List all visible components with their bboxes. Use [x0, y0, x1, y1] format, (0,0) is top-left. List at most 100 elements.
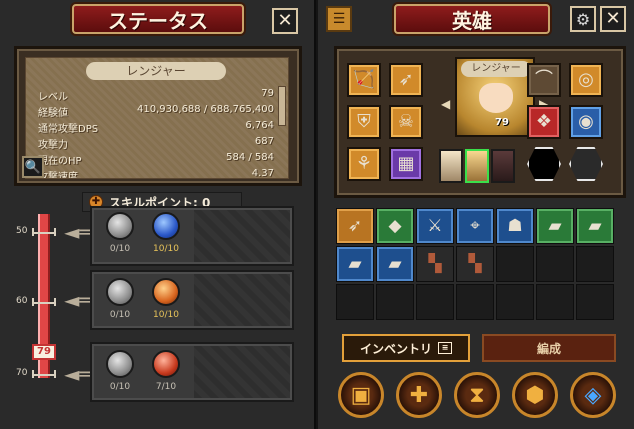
skill-count: 7/10 [155, 382, 177, 392]
ore-item-icon[interactable]: ▰ [576, 208, 614, 244]
skill-count: 0/10 [109, 382, 131, 392]
empty-inventory-slot[interactable] [536, 284, 574, 320]
stat-value: 79 [261, 88, 274, 99]
skill-tier-70: 0/10 7/10 [90, 342, 294, 402]
skill-slot[interactable]: 10/10 [146, 210, 186, 264]
tab-formation-label: 編成 [536, 341, 561, 356]
stat-value: 410,930,688 / 688,765,400 [137, 104, 274, 115]
skill-slot[interactable]: 0/10 [100, 276, 140, 330]
armor-slot-icon[interactable]: ⛨ [347, 105, 381, 139]
stat-attack-speed: 攻撃速度 4.37 [30, 168, 278, 179]
stat-value: 6,764 [245, 120, 274, 131]
stat-attack: 攻撃力 687 [30, 136, 278, 152]
empty-inventory-slot[interactable] [576, 246, 614, 282]
empty-inventory-slot[interactable] [456, 284, 494, 320]
status-close-icon[interactable]: ✕ [272, 8, 298, 34]
hero-select-3[interactable] [491, 149, 515, 183]
status-panel: ステータス ✕ レンジャー レベル 79 経験値 410,930,688 / 6… [0, 0, 316, 429]
hero-title: 英雄 [394, 4, 550, 34]
spiral-skill-icon [106, 278, 134, 306]
cloak-slot-icon[interactable]: ⚘ [347, 147, 381, 181]
relic-slot-icon[interactable] [569, 147, 603, 181]
stat-label: レベル [38, 92, 68, 103]
ore-item-icon[interactable]: ▰ [536, 208, 574, 244]
hero-face [479, 83, 513, 113]
level-tick [32, 370, 56, 378]
empty-inventory-slot[interactable] [536, 246, 574, 282]
hourglass-icon[interactable]: ⧗ [454, 372, 500, 418]
stat-level: レベル 79 [30, 88, 278, 104]
necklace-slot-icon[interactable]: ⌒ [527, 63, 561, 97]
tab-inventory-label: インベントリ [359, 341, 432, 356]
crystal-icon[interactable]: ◈ [570, 372, 616, 418]
tab-formation[interactable]: 編成 [482, 334, 616, 362]
empty-inventory-slot[interactable] [496, 284, 534, 320]
cross-skill-icon[interactable]: ✚ [396, 372, 442, 418]
hero-close-icon[interactable]: ✕ [600, 6, 626, 32]
stat-label: 攻撃速度 [38, 172, 78, 179]
level-tick [32, 228, 56, 236]
search-icon[interactable]: 🔍 [22, 156, 44, 178]
book-slot-icon[interactable]: ▦ [389, 147, 423, 181]
gear-icon[interactable]: ⚙ [570, 6, 596, 32]
blue-skill-icon [152, 212, 180, 240]
skill-count: 10/10 [153, 244, 179, 254]
skill-slot[interactable]: 0/10 [100, 348, 140, 402]
empty-inventory-slot[interactable] [496, 246, 534, 282]
skill-slot[interactable]: 0/10 [100, 210, 140, 264]
stat-label: 現在のHP [38, 156, 82, 167]
prev-hero-icon[interactable]: ◀ [441, 97, 451, 111]
stat-label: 経験値 [38, 108, 68, 119]
stats-scrollbar[interactable] [278, 86, 286, 126]
crossbow-item-icon[interactable]: ⚔ [416, 208, 454, 244]
level-label-60: 60 [16, 296, 28, 306]
skill-slot[interactable]: 7/10 [146, 348, 186, 402]
empty-inventory-slot[interactable] [336, 284, 374, 320]
arrow-item-icon[interactable]: ➶ [336, 208, 374, 244]
crosshair-item-icon[interactable]: ⌖ [456, 208, 494, 244]
stat-dps: 通常攻撃DPS 6,764 [30, 120, 278, 136]
leather-item-icon[interactable]: ▚ [456, 246, 494, 282]
empty-relic-slot[interactable] [527, 147, 561, 181]
skill-count: 0/10 [109, 310, 131, 320]
ring-slot-icon[interactable]: ◎ [569, 63, 603, 97]
gem-item-icon[interactable]: ◆ [376, 208, 414, 244]
stat-hp: 現在のHP 584 / 584 [30, 152, 278, 168]
chest-icon[interactable]: ▣ [338, 372, 384, 418]
hero-name: レンジャー [461, 61, 531, 77]
belt-slot-icon[interactable]: ◉ [569, 105, 603, 139]
leather-item-icon[interactable]: ▚ [416, 246, 454, 282]
inventory-grid: ➶ ◆ ⚔ ⌖ ☗ ▰ ▰ ▰ ▰ ▚ ▚ [336, 208, 622, 328]
hero-select-1[interactable] [439, 149, 463, 183]
list-icon: ≡ [438, 342, 452, 354]
tier-empty-area [194, 346, 290, 398]
skill-tier-60: 0/10 10/10 [90, 270, 294, 330]
skill-count: 0/10 [109, 244, 131, 254]
ore-item-icon[interactable]: ▰ [336, 246, 374, 282]
tier-arrow-icon: ◄═ [64, 362, 92, 386]
empty-inventory-slot[interactable] [576, 284, 614, 320]
boot-skill-icon [106, 212, 134, 240]
box-icon[interactable]: ⬢ [512, 372, 558, 418]
skull-slot-icon[interactable]: ☠ [389, 105, 423, 139]
stat-value: 4.37 [251, 168, 274, 179]
tab-inventory[interactable]: インベントリ ≡ [342, 334, 470, 362]
menu-icon[interactable]: ☰ [326, 6, 352, 32]
bow-slot-icon[interactable]: 🏹 [347, 63, 381, 97]
hero-portrait[interactable]: レンジャー 79 [455, 57, 535, 137]
arrow-slot-icon[interactable]: ➶ [389, 63, 423, 97]
stat-value: 687 [254, 136, 274, 147]
ore-item-icon[interactable]: ▰ [376, 246, 414, 282]
empty-inventory-slot[interactable] [416, 284, 454, 320]
gem-slot-icon[interactable]: ❖ [527, 105, 561, 139]
red-skill-icon [152, 350, 180, 378]
skill-slot[interactable]: 10/10 [146, 276, 186, 330]
tier-arrow-icon: ◄═ [64, 288, 92, 312]
stats-paper[interactable]: レンジャー レベル 79 経験値 410,930,688 / 688,765,4… [25, 57, 289, 179]
empty-inventory-slot[interactable] [376, 284, 414, 320]
current-level-marker: 79 [32, 344, 56, 360]
boot-skill-icon [106, 350, 134, 378]
orange-skill-icon [152, 278, 180, 306]
hero-select-2[interactable] [465, 149, 489, 183]
armor-item-icon[interactable]: ☗ [496, 208, 534, 244]
